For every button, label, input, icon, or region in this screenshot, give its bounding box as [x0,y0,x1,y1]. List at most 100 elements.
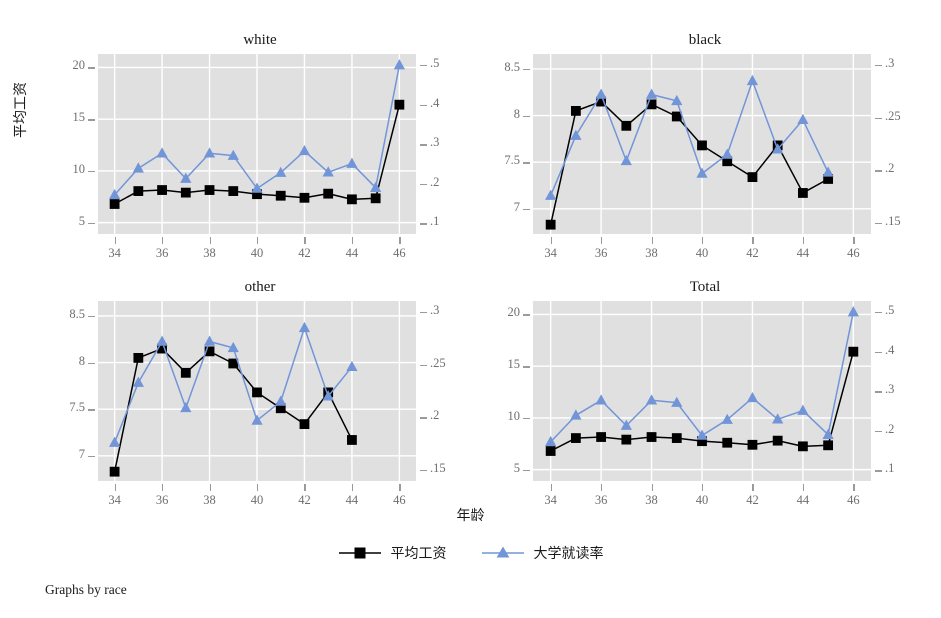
legend-label: 平均工资 [390,545,447,561]
left-axis-tick-mark [88,315,95,318]
x-axis-tick-mark [651,237,653,244]
right-axis-tick-mark [420,183,427,186]
left-axis-tick-label: 5 [78,213,85,228]
graph-note: Graphs by race [45,582,127,597]
left-axis-tick-mark [88,362,95,364]
left-axis-tick-label: 8.5 [69,306,85,321]
legend-item-wage[interactable]: 平均工资 [338,543,447,563]
panel-other: other 7 7.5 8 8.5.15.2.25.3 34 36 38 40 42 44 46 [60,277,460,517]
right-axis-tick-label: .3 [885,56,895,71]
right-axis-tick-label: .3 [430,303,440,318]
x-axis-tick-mark [853,237,855,244]
x-axis-tick-mark [162,237,164,244]
right-axis-tick-mark [420,144,427,146]
left-axis-tick-mark [523,417,530,420]
x-axis-tick-mark [853,484,855,491]
right-axis-tick-mark [875,391,882,393]
plot-svg [533,54,871,234]
right-axis-tick-mark [420,312,427,314]
right-axis-tick-label: .25 [885,108,901,123]
x-axis-tick-label: 44 [796,246,810,260]
right-axis-tick-label: .15 [430,460,446,475]
series-college [545,74,834,200]
left-axis-tick-mark [88,170,95,173]
right-axis-tick-label: .2 [430,408,440,423]
graph-canvas: white 5 10 15 20 .1 .2 .3 .4 .5 34 36 38 40 42 44 46 bla… [0,0,941,618]
right-axis-tick-label: .2 [430,174,440,189]
x-axis-tick-mark [304,237,306,244]
left-axis-tick-mark [523,162,530,164]
panel-title: Total [689,279,721,295]
x-axis-tick-label: 34 [108,246,121,260]
x-axis-tick-label: 42 [746,246,759,260]
x-axis-tick-mark [702,484,704,491]
x-axis-tick-mark [651,484,653,491]
x-axis-tick-mark [601,484,603,491]
left-axis-tick-label: 15 [507,357,521,372]
x-axis-label: 年龄 [456,507,485,523]
right-axis-tick-mark [420,65,427,67]
x-axis-tick-mark [399,484,401,491]
x-axis-tick-mark [752,484,754,491]
left-axis-tick-label: 10 [507,408,521,423]
x-axis-tick-mark [209,484,211,491]
x-axis-tick-mark [209,237,211,244]
right-axis-tick-label: .3 [885,382,895,397]
plot-svg [98,301,416,481]
right-axis-tick-label: .4 [430,95,440,110]
right-axis-tick-mark [875,117,882,120]
x-axis-tick-mark [114,237,116,244]
x-axis-tick-mark [351,237,354,244]
x-axis-tick-mark [399,237,401,244]
left-axis-tick-mark [88,409,95,411]
left-axis-tick-label: 7 [78,446,85,461]
panel-black: black 7 7.5 8 8.5 .15 .2 .25 .3 34 36 38 40 42 44 46 [495,30,915,270]
x-axis-tick-mark [257,237,259,244]
left-axis-tick-label: 8 [513,106,520,121]
x-axis-tick-label: 38 [203,246,216,260]
right-axis-tick-mark [875,470,882,472]
x-axis-tick-mark [752,237,754,244]
square-marker-icon [338,547,381,559]
left-axis-tick-mark [523,115,530,117]
right-axis-tick-label: .5 [430,56,440,71]
right-axis-tick-label: .1 [430,214,440,229]
left-axis-tick-label: 20 [72,58,86,73]
panel-title: white [243,32,277,48]
left-axis-tick-label: 7.5 [69,400,85,415]
y-axis-label: 平均工资 [12,82,28,138]
left-axis-tick-mark [523,68,530,71]
x-axis-tick-mark [304,484,306,491]
left-axis-tick-mark [523,366,530,368]
left-axis-tick-label: 8.5 [504,59,520,74]
right-axis-tick-mark [875,351,882,354]
x-axis-tick-label: 34 [544,246,557,260]
x-axis-tick-label: 44 [345,246,359,260]
left-axis-tick-label: 7 [513,199,520,214]
left-axis-tick-label: 7.5 [504,153,520,168]
panel-title: black [688,32,722,48]
left-axis-tick-label: 20 [507,305,521,320]
right-axis-tick-mark [875,65,882,67]
right-axis-tick-label: .2 [885,421,895,436]
x-axis-tick-label: 38 [645,246,658,260]
left-axis-tick-mark [523,469,530,471]
x-axis-tick-label: 46 [847,246,860,260]
right-axis-tick-label: .5 [885,303,895,318]
right-axis-tick-mark [420,364,427,367]
right-axis-tick-label: .1 [885,461,895,476]
x-axis-tick-mark [702,237,704,244]
triangle-marker-icon [481,546,524,558]
left-axis-tick-mark [88,455,95,458]
plot-svg [533,301,871,481]
left-axis-tick-label: 5 [513,460,520,475]
x-axis-tick-mark [550,237,553,244]
x-axis-tick-label: 36 [594,246,608,260]
legend-item-college[interactable]: 大学就读率 [481,543,604,563]
left-axis-tick-mark [88,119,95,121]
panel-total: Total 5 10 15 20.1.2.3.4.5 34 36 38 40 42 44 46 [495,277,915,517]
right-axis-tick-label: .3 [430,135,440,150]
x-axis-tick-mark [802,237,805,244]
legend-label: 大学就读率 [533,545,604,561]
series-college [108,321,358,447]
